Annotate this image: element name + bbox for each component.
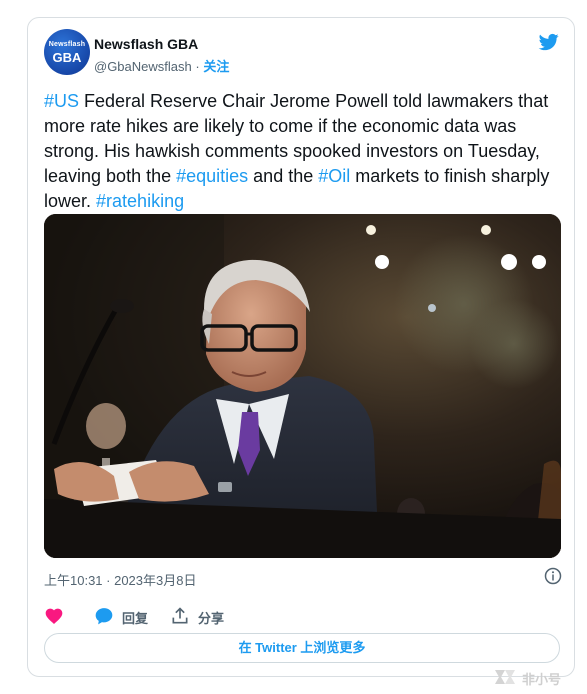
tweet-timestamp[interactable]: 上午10:31 · 2023年3月8日 — [44, 570, 196, 589]
twitter-bird-icon[interactable] — [538, 32, 560, 52]
tweet-text: #US Federal Reserve Chair Jerome Powell … — [44, 89, 566, 214]
share-label: 分享 — [198, 611, 225, 626]
info-icon[interactable] — [544, 567, 562, 585]
heart-icon — [45, 608, 63, 624]
handle-row: @GbaNewsflash · 关注 — [94, 56, 229, 75]
watermark-logo-icon — [495, 670, 515, 684]
speech-bubble-icon — [95, 608, 113, 625]
photo-illustration — [44, 214, 561, 558]
watermark-text: 非小号 — [522, 672, 562, 687]
watermark: 非小号 — [492, 666, 584, 690]
tweet-text-part: and the — [248, 166, 319, 186]
handle-separator: · — [191, 59, 204, 74]
like-button[interactable] — [44, 606, 68, 626]
reply-button[interactable]: 回复 — [94, 606, 164, 626]
tweet-card: Newsflash GBA Newsflash GBA @GbaNewsflas… — [27, 17, 575, 677]
hashtag-oil[interactable]: #Oil — [318, 166, 350, 186]
share-button[interactable]: 分享 — [170, 606, 240, 626]
avatar[interactable]: Newsflash GBA — [44, 29, 90, 75]
avatar-text-top: Newsflash — [48, 41, 86, 48]
hashtag-equities[interactable]: #equities — [176, 166, 248, 186]
follow-link[interactable]: 关注 — [203, 59, 229, 74]
share-upload-icon — [172, 607, 188, 624]
reply-label: 回复 — [122, 611, 149, 626]
hashtag-us[interactable]: #US — [44, 91, 79, 111]
author-name[interactable]: Newsflash GBA — [94, 36, 198, 52]
avatar-text-bottom: GBA — [52, 50, 82, 65]
tweet-photo[interactable] — [44, 214, 561, 558]
author-handle[interactable]: @GbaNewsflash — [94, 59, 192, 74]
view-more-button[interactable]: 在 Twitter 上浏览更多 — [44, 633, 560, 663]
hashtag-ratehiking[interactable]: #ratehiking — [96, 191, 184, 211]
